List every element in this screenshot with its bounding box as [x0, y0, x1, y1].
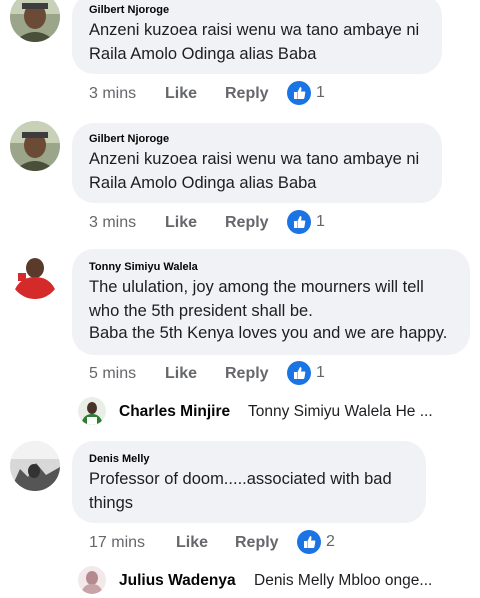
comment-text-line: Raila Amolo Odinga alias Baba: [89, 174, 317, 192]
comment-text-line: The ululation, joy among the mourners wi…: [89, 278, 424, 296]
like-button[interactable]: Like: [165, 365, 197, 383]
reaction-count[interactable]: 2: [326, 533, 335, 551]
comment-text-line: Baba the 5th Kenya loves you and we are …: [89, 324, 448, 342]
reply-author[interactable]: Charles Minjire: [119, 403, 230, 421]
thumbs-up-icon[interactable]: [287, 81, 311, 105]
reaction-count[interactable]: 1: [316, 84, 325, 102]
reply-text: Tonny Simiyu Walela He ...: [248, 403, 433, 420]
thumbs-up-icon[interactable]: [287, 361, 311, 385]
avatar[interactable]: [78, 566, 106, 594]
like-button[interactable]: Like: [176, 534, 208, 552]
reply-button[interactable]: Reply: [225, 85, 269, 103]
comment-text-line: Raila Amolo Odinga alias Baba: [89, 45, 317, 63]
comment-text-line: Anzeni kuzoea raisi wenu wa tano ambaye …: [89, 150, 420, 168]
comment-author[interactable]: Gilbert Njoroge: [89, 4, 169, 16]
avatar[interactable]: [10, 0, 60, 42]
comment-time[interactable]: 3 mins: [89, 85, 136, 103]
comment-author[interactable]: Denis Melly: [89, 453, 150, 465]
comment-time[interactable]: 3 mins: [89, 214, 136, 232]
comment-time[interactable]: 5 mins: [89, 365, 136, 383]
thumbs-up-icon[interactable]: [287, 210, 311, 234]
reaction-count[interactable]: 1: [316, 364, 325, 382]
reply-preview[interactable]: Julius Wadenya Denis Melly Mbloo onge...: [0, 566, 480, 598]
thumbs-up-icon[interactable]: [297, 530, 321, 554]
avatar[interactable]: [78, 397, 106, 425]
reply-button[interactable]: Reply: [225, 365, 269, 383]
reply-button[interactable]: Reply: [235, 534, 279, 552]
comment-text-line: things: [89, 494, 134, 512]
comment-text-line: who the 5th president shall be.: [89, 302, 313, 320]
reply-text: Denis Melly Mbloo onge...: [254, 572, 433, 589]
avatar[interactable]: [10, 121, 60, 171]
reply-author[interactable]: Julius Wadenya: [119, 572, 236, 590]
avatar[interactable]: [10, 441, 60, 491]
reply-button[interactable]: Reply: [225, 214, 269, 232]
comment-author[interactable]: Gilbert Njoroge: [89, 133, 169, 145]
comment-text-line: Anzeni kuzoea raisi wenu wa tano ambaye …: [89, 21, 420, 39]
like-button[interactable]: Like: [165, 85, 197, 103]
comment-text-line: Professor of doom.....associated with ba…: [89, 470, 392, 488]
comment-author[interactable]: Tonny Simiyu Walela: [89, 261, 198, 273]
comment-time[interactable]: 17 mins: [89, 534, 145, 552]
reaction-count[interactable]: 1: [316, 213, 325, 231]
like-button[interactable]: Like: [165, 214, 197, 232]
avatar[interactable]: [10, 249, 60, 299]
reply-preview[interactable]: Charles Minjire Tonny Simiyu Walela He .…: [0, 397, 480, 429]
